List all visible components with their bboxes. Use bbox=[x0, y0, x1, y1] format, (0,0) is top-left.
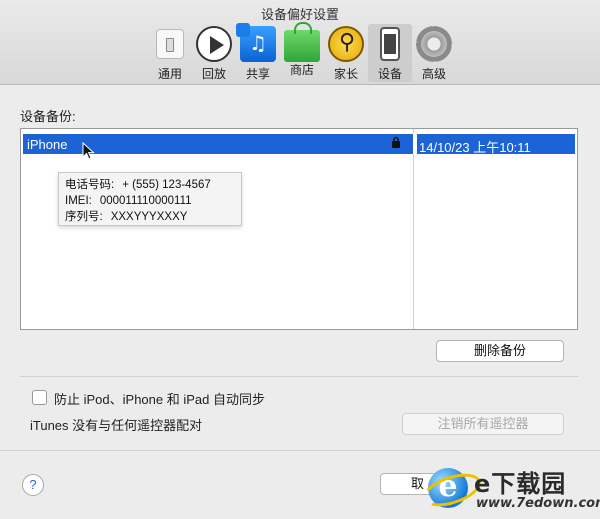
tab-label: 设备 bbox=[377, 67, 402, 81]
tab-advanced[interactable]: 高级 bbox=[412, 24, 456, 82]
store-icon bbox=[284, 22, 320, 62]
tooltip-imei: IMEI: 000011110000111 bbox=[65, 193, 235, 209]
column-divider bbox=[413, 129, 414, 329]
tooltip-key: 序列号: bbox=[65, 211, 103, 223]
tab-label: 通用 bbox=[157, 67, 182, 81]
delete-backup-button[interactable]: 删除备份 bbox=[436, 340, 564, 362]
backup-device-name: iPhone bbox=[27, 137, 68, 152]
backup-date: 14/10/23 上午10:11 bbox=[419, 140, 531, 155]
tab-label: 共享 bbox=[245, 67, 270, 81]
tooltip-key: IMEI: bbox=[65, 195, 92, 207]
tab-label: 回放 bbox=[201, 67, 226, 81]
toolbar: 设备偏好设置 通用 回放 共享 商店 家长 bbox=[0, 0, 600, 85]
table-row[interactable]: iPhone 14/10/23 上午10:11 bbox=[23, 134, 575, 155]
device-backups-table[interactable]: iPhone 14/10/23 上午10:11 bbox=[20, 128, 578, 330]
parental-icon bbox=[328, 26, 364, 62]
tooltip-value: XXXYYYXXXY bbox=[110, 211, 188, 223]
watermark-title: e下载园 bbox=[474, 470, 567, 498]
advanced-icon bbox=[416, 26, 452, 62]
prevent-sync-label[interactable]: 防止 iPod、iPhone 和 iPad 自动同步 bbox=[54, 389, 265, 408]
tooltip-phone: 电话号码: + (555) 123-4567 bbox=[65, 177, 235, 193]
tab-playback[interactable]: 回放 bbox=[192, 24, 236, 82]
prevent-sync-checkbox[interactable] bbox=[32, 390, 47, 405]
tooltip-serial: 序列号: XXXYYYXXXY bbox=[65, 209, 235, 225]
playback-icon bbox=[196, 26, 232, 62]
sharing-icon bbox=[236, 23, 276, 62]
tab-devices[interactable]: 设备 bbox=[368, 24, 412, 82]
device-info-tooltip: 电话号码: + (555) 123-4567 IMEI: 0000111100001… bbox=[58, 172, 242, 226]
preferences-window: 设备偏好设置 通用 回放 共享 商店 家长 bbox=[0, 0, 600, 519]
tab-general[interactable]: 通用 bbox=[148, 24, 192, 82]
unpair-remotes-button[interactable]: 注销所有遥控器 bbox=[402, 413, 564, 435]
lock-icon bbox=[391, 136, 401, 151]
tab-label: 高级 bbox=[421, 67, 446, 81]
toolbar-tabs: 通用 回放 共享 商店 家长 设备 bbox=[148, 22, 456, 82]
divider bbox=[20, 376, 578, 377]
tooltip-value: + (555) 123-4567 bbox=[122, 179, 211, 191]
tab-label: 商店 bbox=[289, 63, 314, 77]
tab-store[interactable]: 商店 bbox=[280, 22, 324, 82]
watermark-logo: e e下载园 www.7edown.com bbox=[419, 462, 600, 518]
tooltip-value: 000011110000111 bbox=[99, 195, 192, 207]
devices-icon bbox=[380, 27, 400, 61]
general-icon bbox=[156, 29, 184, 59]
remote-status-text: iTunes 没有与任何遥控器配对 bbox=[30, 418, 203, 433]
help-button[interactable]: ? bbox=[22, 474, 44, 496]
window-title: 设备偏好设置 bbox=[260, 7, 339, 22]
mouse-cursor-icon bbox=[82, 142, 95, 160]
device-backups-label: 设备备份: bbox=[20, 109, 76, 124]
tooltip-key: 电话号码: bbox=[65, 179, 115, 191]
watermark-url: www.7edown.com bbox=[476, 496, 600, 511]
tab-label: 家长 bbox=[333, 67, 358, 81]
tab-parental[interactable]: 家长 bbox=[324, 24, 368, 82]
column-gap bbox=[413, 134, 417, 154]
tab-sharing[interactable]: 共享 bbox=[236, 23, 280, 82]
